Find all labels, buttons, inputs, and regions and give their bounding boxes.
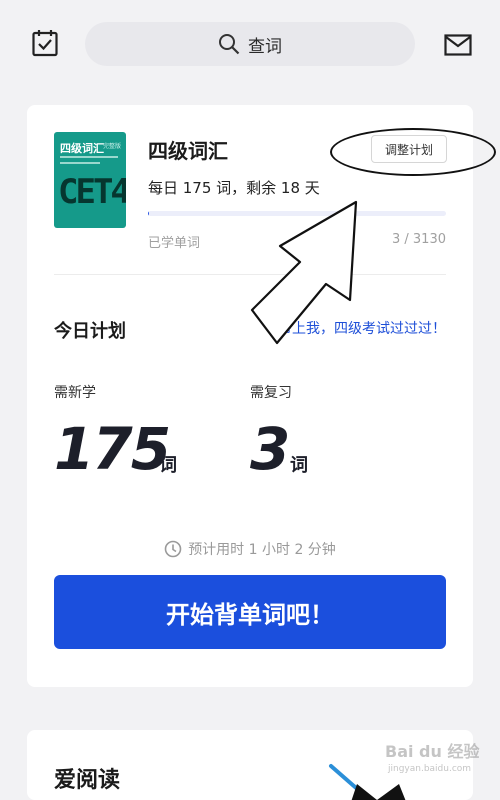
cover-big-text: CET4 [58, 172, 126, 212]
search-icon [218, 33, 240, 55]
time-estimate-text: 预计用时 1 小时 2 分钟 [188, 539, 336, 559]
mail-icon[interactable] [444, 34, 472, 56]
clock-icon [164, 540, 182, 558]
search-label: 查词 [248, 32, 282, 57]
plan-card: 四级词汇 完整版 CET4 四级词汇 调整计划 每日 175 词，剩余 18 天… [27, 105, 473, 687]
cover-line [60, 162, 100, 164]
learning-progress-bar [148, 211, 446, 216]
cover-line [60, 156, 118, 158]
new-words-label: 需新学 [54, 382, 96, 402]
review-words-count: 3 [250, 415, 290, 483]
new-words-count: 175 [54, 415, 169, 483]
daily-plan-text: 每日 175 词，剩余 18 天 [148, 177, 320, 198]
review-words-unit: 词 [290, 451, 308, 477]
watermark-logo: Bai du 经验 [385, 738, 479, 762]
adjust-plan-button[interactable]: 调整计划 [371, 135, 447, 163]
calendar-check-icon[interactable] [32, 29, 58, 57]
learned-words-count: 3 / 3130 [392, 232, 446, 247]
learned-words-label: 已学单词 [148, 232, 200, 251]
divider [54, 274, 446, 275]
start-learning-button[interactable]: 开始背单词吧！ [54, 575, 446, 649]
time-estimate: 预计用时 1 小时 2 分钟 [27, 538, 473, 560]
today-plan-title: 今日计划 [54, 317, 126, 343]
review-words-label: 需复习 [250, 382, 292, 402]
reading-title: 爱阅读 [54, 762, 120, 794]
top-bar: 查词 [0, 0, 500, 90]
cover-tag: 完整版 [103, 141, 121, 150]
search-bar[interactable]: 查词 [85, 22, 415, 66]
plan-slogan[interactable]: 带上我，四级考试过过过！ [278, 318, 446, 338]
cover-title: 四级词汇 [60, 140, 104, 156]
book-cover[interactable]: 四级词汇 完整版 CET4 [54, 132, 126, 228]
watermark-url: jingyan.baidu.com [388, 764, 471, 774]
book-title: 四级词汇 [148, 135, 228, 164]
new-words-unit: 词 [159, 451, 177, 477]
